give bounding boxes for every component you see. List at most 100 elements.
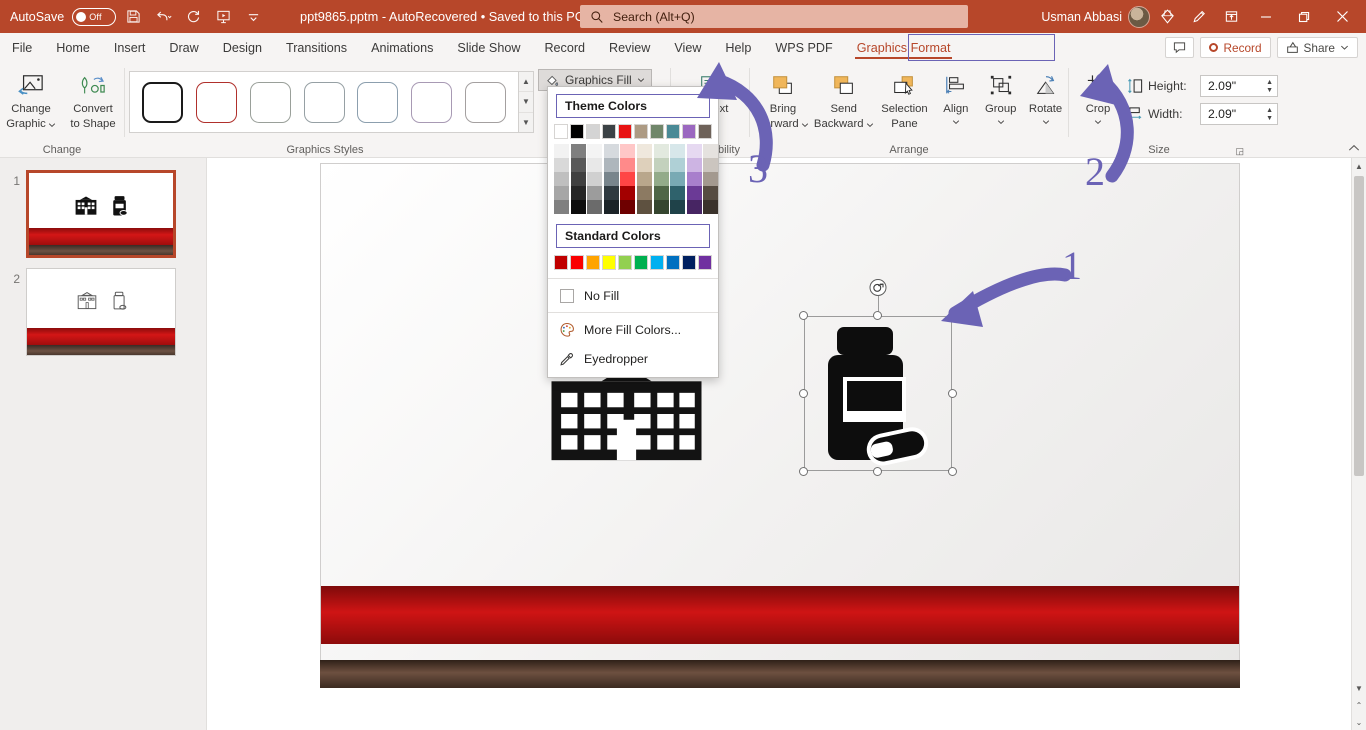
resize-handle-se[interactable] — [948, 467, 957, 476]
theme-variant-swatch[interactable] — [620, 172, 636, 186]
tab-view[interactable]: View — [662, 33, 713, 62]
share-button[interactable]: Share — [1276, 37, 1358, 58]
theme-variant-swatch[interactable] — [554, 158, 569, 172]
theme-variant-swatch[interactable] — [670, 172, 686, 186]
standard-swatch[interactable] — [601, 255, 617, 270]
resize-handle-n[interactable] — [873, 311, 882, 320]
resize-handle-e[interactable] — [948, 388, 957, 398]
theme-variant-swatch[interactable] — [636, 200, 652, 214]
graphics-fill-dropdown[interactable]: Theme Colors Standard Colors No Fill Mor… — [547, 86, 719, 378]
theme-swatch[interactable] — [569, 124, 585, 139]
theme-variant-swatch[interactable] — [554, 172, 569, 186]
theme-variant-swatch[interactable] — [653, 186, 669, 200]
tab-file[interactable]: File — [0, 33, 44, 62]
theme-swatch[interactable] — [554, 124, 569, 139]
comments-button[interactable] — [1165, 37, 1195, 58]
theme-variant-swatch[interactable] — [653, 158, 669, 172]
theme-variant-swatch[interactable] — [570, 200, 586, 214]
theme-variant-swatch[interactable] — [620, 158, 636, 172]
tab-home[interactable]: Home — [44, 33, 102, 62]
ink-pen-icon[interactable] — [1184, 2, 1214, 32]
resize-handle-sw[interactable] — [799, 467, 808, 476]
thumbnail-row[interactable]: 2 — [0, 264, 206, 362]
next-slide-button[interactable]: ⌄ — [1352, 714, 1366, 730]
theme-swatch[interactable] — [585, 124, 601, 139]
style-item[interactable] — [297, 81, 351, 123]
diamond-icon[interactable] — [1152, 2, 1182, 32]
collapse-ribbon-button[interactable] — [1348, 143, 1360, 155]
thumbnail-row[interactable]: 1 — [0, 166, 206, 264]
theme-variant-swatch[interactable] — [587, 144, 603, 158]
search-box[interactable]: Search (Alt+Q) — [580, 5, 968, 28]
style-item[interactable] — [351, 81, 405, 123]
theme-variant-swatch[interactable] — [554, 200, 569, 214]
align-button[interactable]: Align — [933, 67, 978, 126]
width-input[interactable]: 2.09" ▲ ▼ — [1200, 103, 1278, 125]
minimize-button[interactable] — [1248, 2, 1284, 32]
theme-swatch[interactable] — [633, 124, 649, 139]
standard-swatch[interactable] — [554, 255, 569, 270]
standard-swatch[interactable] — [617, 255, 633, 270]
theme-variant-swatch[interactable] — [653, 144, 669, 158]
theme-variant-swatch[interactable] — [670, 158, 686, 172]
theme-variant-swatch[interactable] — [670, 144, 686, 158]
theme-variant-swatch[interactable] — [620, 186, 636, 200]
theme-variant-swatch[interactable] — [603, 200, 619, 214]
theme-variant-swatch[interactable] — [570, 186, 586, 200]
standard-swatch[interactable] — [681, 255, 696, 270]
theme-variant-swatch[interactable] — [603, 158, 619, 172]
standard-swatch[interactable] — [697, 255, 712, 270]
theme-variant-swatch[interactable] — [636, 144, 652, 158]
standard-swatch[interactable] — [569, 255, 585, 270]
undo-icon[interactable] — [150, 4, 176, 30]
vertical-scrollbar[interactable]: ▲ ▼ ⌃ ⌄ — [1351, 158, 1366, 730]
school-building-graphic[interactable] — [549, 364, 704, 467]
theme-variant-swatch[interactable] — [653, 172, 669, 186]
style-item[interactable] — [136, 81, 190, 123]
theme-swatch[interactable] — [665, 124, 681, 139]
theme-variant-swatch[interactable] — [554, 186, 569, 200]
crop-button[interactable]: Crop — [1075, 67, 1121, 126]
theme-variant-swatch[interactable] — [603, 186, 619, 200]
theme-variant-swatch[interactable] — [703, 186, 719, 200]
theme-variant-swatch[interactable] — [636, 172, 652, 186]
standard-swatch[interactable] — [665, 255, 681, 270]
theme-variant-swatch[interactable] — [686, 172, 702, 186]
theme-variant-swatch[interactable] — [703, 200, 719, 214]
theme-variant-swatch[interactable] — [554, 144, 569, 158]
theme-swatch[interactable] — [617, 124, 633, 139]
size-dialog-launcher[interactable]: ◲ — [1235, 146, 1244, 157]
slide-thumbnail-2[interactable] — [26, 268, 176, 356]
theme-variant-swatch[interactable] — [686, 200, 702, 214]
avatar[interactable] — [1128, 5, 1150, 28]
theme-variant-swatch[interactable] — [653, 200, 669, 214]
tab-transitions[interactable]: Transitions — [274, 33, 359, 62]
gallery-more-button[interactable]: ▼ — [519, 113, 533, 132]
theme-variant-swatch[interactable] — [636, 158, 652, 172]
theme-swatch[interactable] — [681, 124, 696, 139]
start-presentation-icon[interactable] — [210, 4, 236, 30]
theme-variant-swatch[interactable] — [620, 200, 636, 214]
convert-to-shape-button[interactable]: Convert to Shape — [64, 67, 122, 131]
tab-wps-pdf[interactable]: WPS PDF — [763, 33, 844, 62]
theme-swatch[interactable] — [601, 124, 617, 139]
theme-variant-swatch[interactable] — [703, 158, 719, 172]
theme-variant-swatch[interactable] — [686, 144, 702, 158]
gallery-scroll-up[interactable]: ▲ — [519, 72, 533, 93]
selected-graphic-container[interactable] — [799, 279, 957, 476]
theme-variant-swatch[interactable] — [587, 186, 603, 200]
selection-pane-button[interactable]: Selection Pane — [875, 67, 933, 131]
theme-variant-swatch[interactable] — [670, 186, 686, 200]
standard-swatch[interactable] — [585, 255, 601, 270]
theme-variant-swatch[interactable] — [686, 186, 702, 200]
resize-handle-s[interactable] — [873, 467, 882, 476]
tab-review[interactable]: Review — [597, 33, 662, 62]
save-icon[interactable] — [120, 4, 146, 30]
tab-design[interactable]: Design — [211, 33, 274, 62]
width-spinner[interactable]: ▲ ▼ — [1266, 104, 1273, 126]
eyedropper-menu-item[interactable]: Eyedropper — [548, 344, 718, 373]
tab-slide-show[interactable]: Slide Show — [445, 33, 532, 62]
gallery-scroll-buttons[interactable]: ▲ ▼ ▼ — [519, 71, 534, 133]
style-item[interactable] — [243, 81, 297, 123]
no-fill-menu-item[interactable]: No Fill — [548, 281, 718, 310]
